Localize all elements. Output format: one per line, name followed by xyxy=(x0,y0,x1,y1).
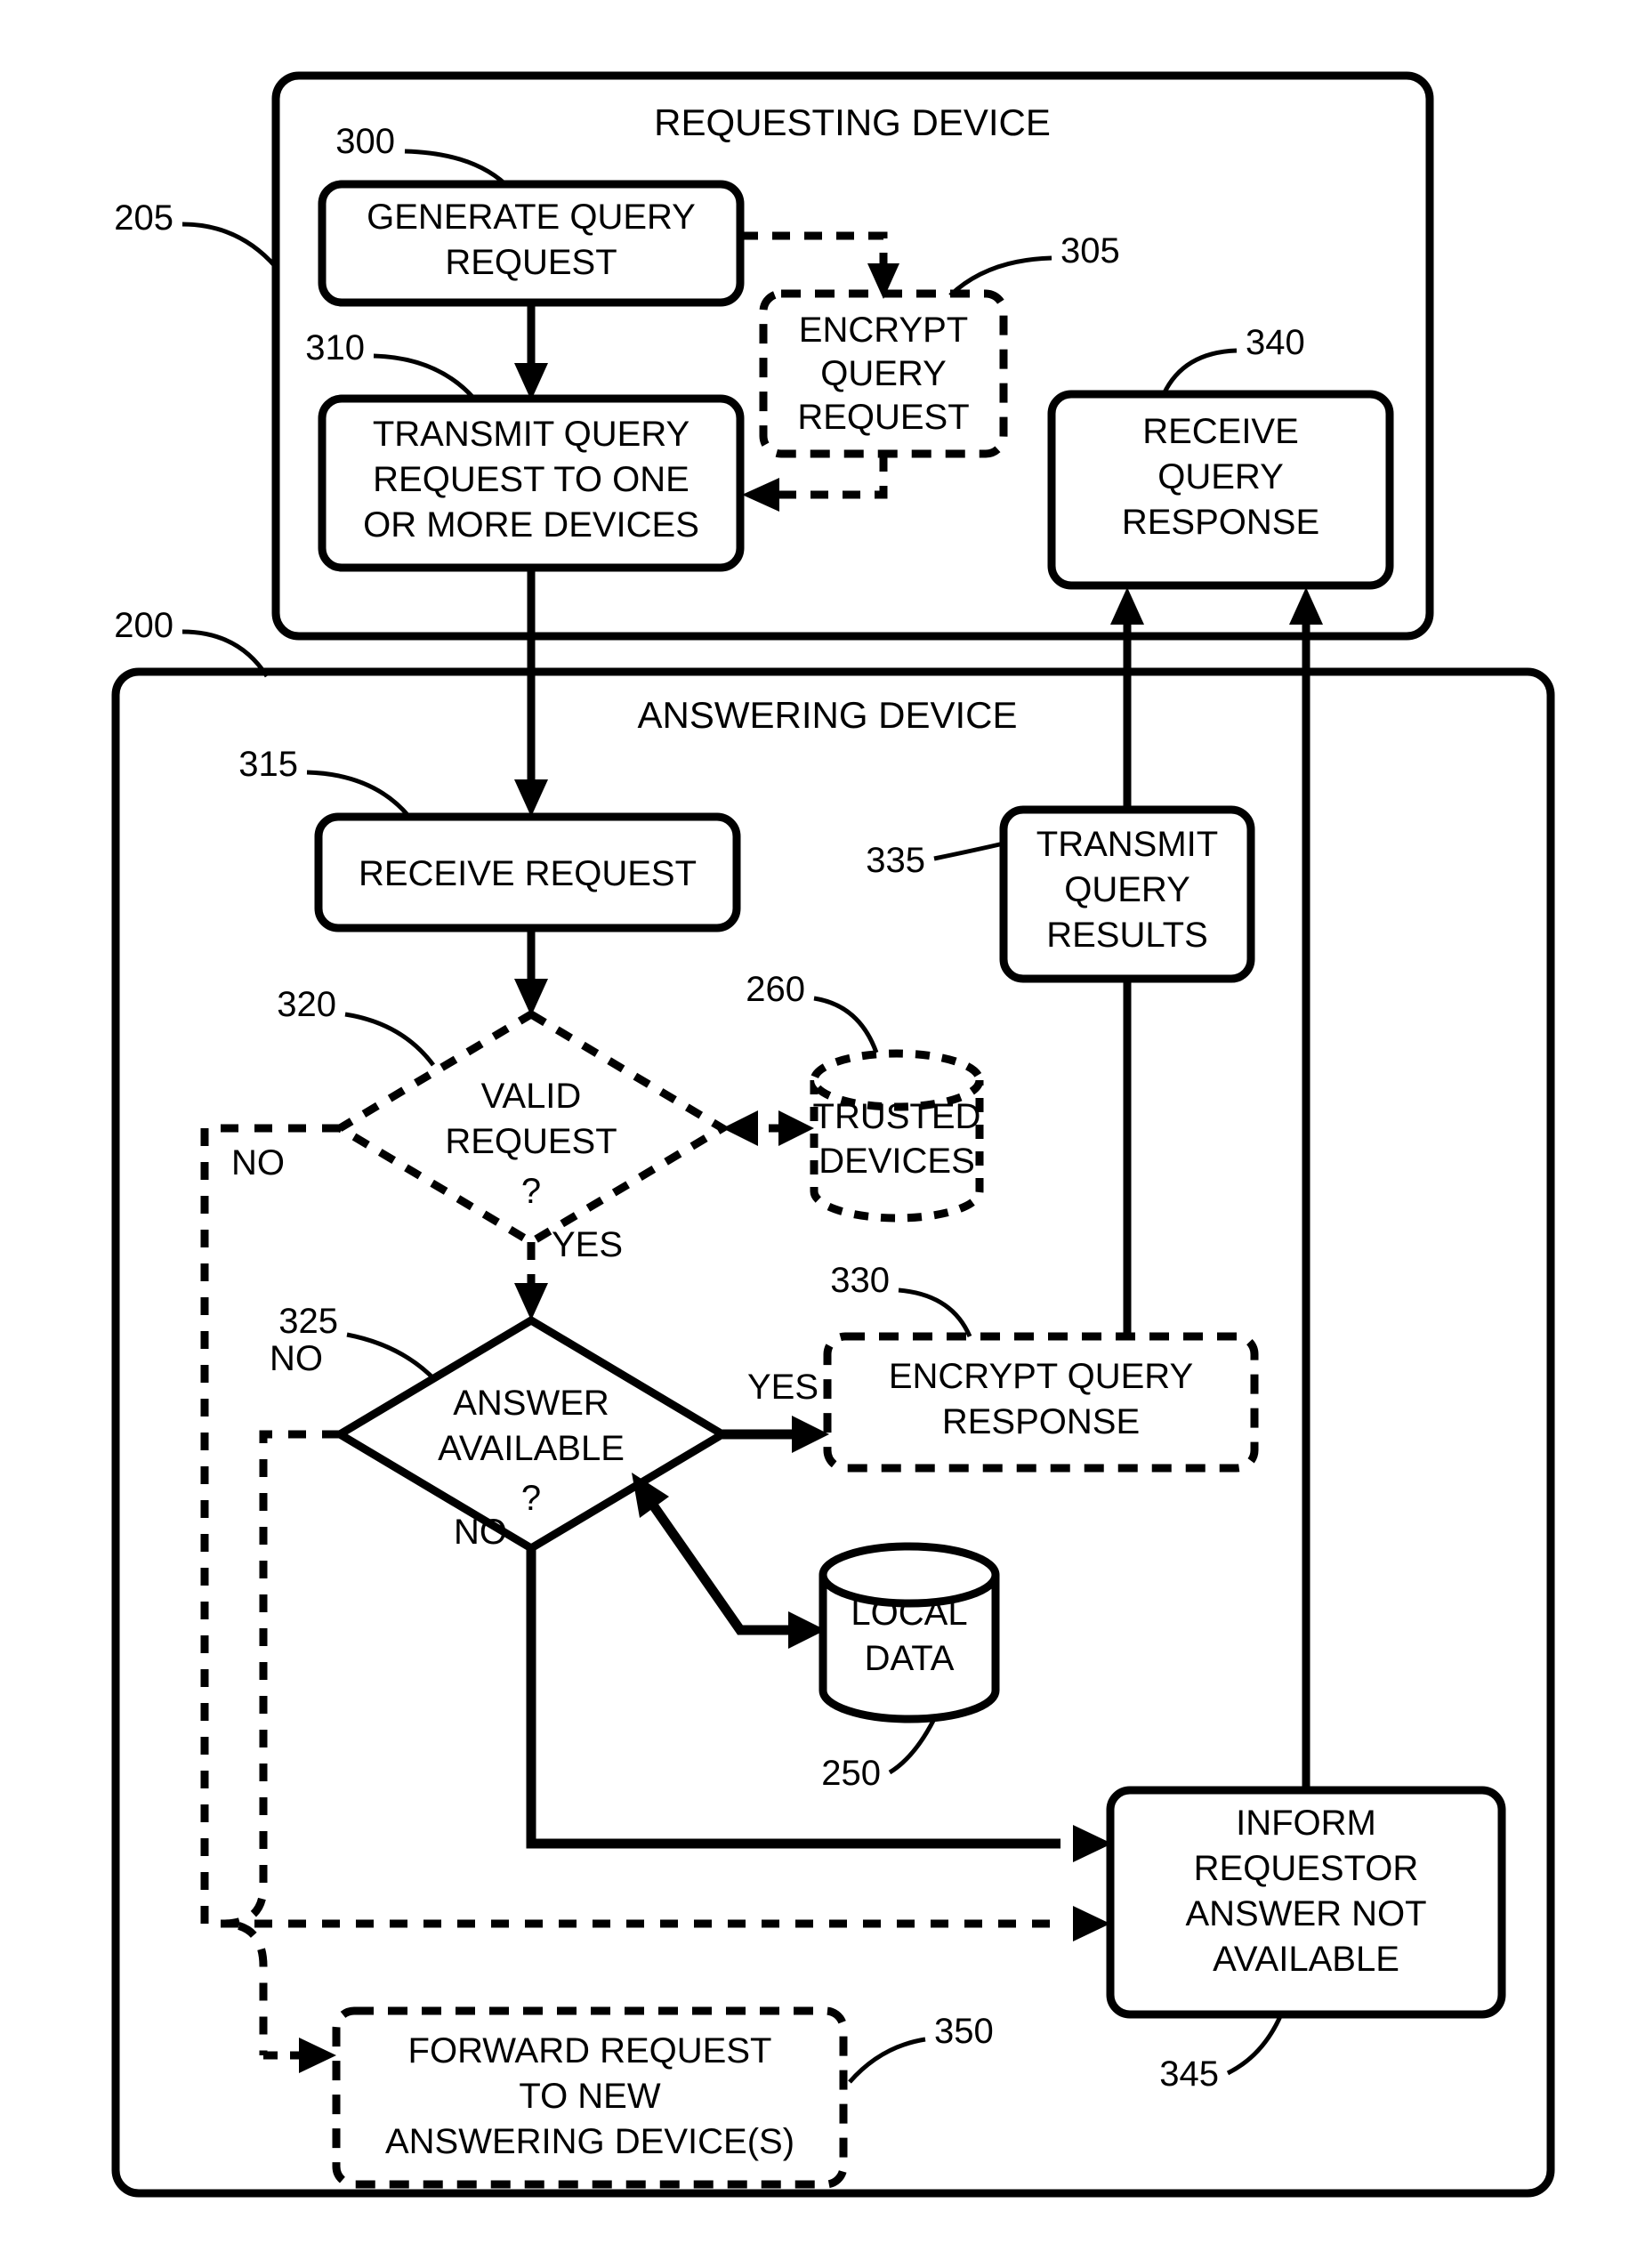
ref-340: 340 xyxy=(1246,323,1305,362)
node-receive-query-response-line2: QUERY xyxy=(1157,457,1284,496)
node-receive-request-line1: RECEIVE REQUEST xyxy=(359,854,697,893)
arrowhead-results-to-response xyxy=(1110,587,1144,625)
leader-line-320 xyxy=(344,1012,436,1067)
ref-260: 260 xyxy=(746,970,805,1009)
ref-315: 315 xyxy=(238,745,298,784)
leader-line-315 xyxy=(306,770,411,819)
leader-line-340 xyxy=(1161,348,1238,396)
node-encrypt-query-request-line3: REQUEST xyxy=(797,398,969,437)
node-local-data-line1: LOCAL xyxy=(851,1594,967,1633)
figure-canvas: REQUESTING DEVICE ANSWERING DEVICE 205 2… xyxy=(0,0,1629,2268)
leader-line-310 xyxy=(373,353,476,400)
ref-200: 200 xyxy=(114,606,173,645)
arrowhead-inform-to-receive-response xyxy=(1289,587,1323,625)
node-valid-request-line1: VALID xyxy=(481,1077,582,1116)
arrowhead-valid-side xyxy=(722,1110,758,1146)
ref-330: 330 xyxy=(830,1261,890,1300)
edge-generate-to-encrypt xyxy=(740,231,888,274)
leader-line-345 xyxy=(1226,2014,1284,2076)
node-inform-requestor-line1: INFORM xyxy=(1236,1804,1376,1843)
ref-250: 250 xyxy=(821,1754,881,1793)
ref-310: 310 xyxy=(305,328,365,367)
edge-label-answer-no-left: NO xyxy=(270,1339,323,1378)
node-transmit-query-request-line2: REQUEST TO ONE xyxy=(373,460,690,499)
node-answer-available-line2: AVAILABLE xyxy=(438,1429,625,1468)
edge-answer-no-left-path xyxy=(222,1430,340,2055)
node-valid-request-line2: REQUEST xyxy=(445,1122,617,1161)
edge-label-valid-yes: YES xyxy=(552,1225,623,1264)
arrowhead-encrypt-to-transmit xyxy=(742,478,779,512)
node-trusted-devices-line1: TRUSTED xyxy=(813,1097,981,1136)
arrowhead-trusted-side xyxy=(778,1110,814,1146)
node-forward-request-line3: ANSWERING DEVICE(S) xyxy=(385,2122,794,2161)
node-inform-requestor-line3: ANSWER NOT xyxy=(1185,1894,1426,1933)
node-encrypt-query-request-line2: QUERY xyxy=(820,354,947,393)
node-local-data-line2: DATA xyxy=(865,1639,955,1678)
node-receive-query-response-line1: RECEIVE xyxy=(1142,412,1299,451)
node-generate-query-request-line1: GENERATE QUERY xyxy=(367,198,696,237)
arrowhead-transmit-to-receive-request xyxy=(514,779,548,817)
node-encrypt-query-response-line2: RESPONSE xyxy=(942,1402,1140,1441)
node-answer-available-line3: ? xyxy=(521,1479,541,1518)
edge-valid-no-path xyxy=(200,1124,1059,1928)
edge-label-valid-no: NO xyxy=(231,1143,285,1182)
leader-line-300 xyxy=(404,149,507,186)
edge-label-answer-yes: YES xyxy=(747,1368,819,1407)
leader-line-260 xyxy=(813,996,879,1053)
node-generate-query-request-line2: REQUEST xyxy=(445,243,617,282)
node-encrypt-query-request-line1: ENCRYPT xyxy=(799,311,968,350)
node-transmit-query-results-line2: QUERY xyxy=(1064,870,1190,909)
arrowhead-valid-yes xyxy=(514,1283,548,1320)
leader-line-205 xyxy=(181,222,278,269)
ref-300: 300 xyxy=(335,122,395,161)
ref-320: 320 xyxy=(277,985,336,1024)
node-encrypt-query-response-line1: ENCRYPT QUERY xyxy=(889,1357,1193,1396)
node-forward-request-line2: TO NEW xyxy=(519,2077,661,2116)
node-trusted-devices-line2: DEVICES xyxy=(819,1142,975,1181)
patent-flowchart-svg: REQUESTING DEVICE ANSWERING DEVICE 205 2… xyxy=(111,71,1555,2198)
arrowhead-answer-no-down-to-inform xyxy=(1073,1825,1112,1862)
leader-line-325 xyxy=(346,1332,438,1383)
node-transmit-query-request-line1: TRANSMIT QUERY xyxy=(373,415,690,454)
node-forward-request-line1: FORWARD REQUEST xyxy=(408,2031,772,2070)
edge-encrypt-to-transmit xyxy=(770,454,888,499)
arrowhead-answer-no-to-forward xyxy=(299,2038,336,2073)
node-valid-request-line3: ? xyxy=(521,1172,541,1211)
ref-345: 345 xyxy=(1159,2054,1219,2094)
container-answering-device-label: ANSWERING DEVICE xyxy=(637,694,1017,736)
node-inform-requestor-line4: AVAILABLE xyxy=(1213,1940,1399,1979)
leader-line-330 xyxy=(898,1287,972,1337)
ref-325: 325 xyxy=(278,1302,338,1341)
ref-350: 350 xyxy=(934,2012,994,2051)
leader-line-335 xyxy=(933,841,1004,861)
node-transmit-query-results-line3: RESULTS xyxy=(1046,916,1208,955)
edge-label-answer-no-down: NO xyxy=(454,1513,507,1552)
ref-305: 305 xyxy=(1060,231,1120,270)
node-inform-requestor-line2: REQUESTOR xyxy=(1194,1849,1419,1888)
node-transmit-query-results-line1: TRANSMIT xyxy=(1036,825,1218,864)
edge-local-data-to-answer xyxy=(641,1491,796,1635)
arrowhead-valid-no-to-inform xyxy=(1073,1906,1110,1941)
node-receive-query-response-line3: RESPONSE xyxy=(1122,503,1319,542)
leader-line-250 xyxy=(888,1717,937,1775)
arrowhead-receive-request-to-valid xyxy=(514,979,548,1016)
node-answer-available-line1: ANSWER xyxy=(453,1384,609,1423)
ref-205: 205 xyxy=(114,198,173,238)
leader-line-350 xyxy=(848,2037,926,2084)
ref-335: 335 xyxy=(866,841,925,880)
node-transmit-query-request-line3: OR MORE DEVICES xyxy=(363,505,699,545)
container-requesting-device-label: REQUESTING DEVICE xyxy=(654,101,1051,143)
